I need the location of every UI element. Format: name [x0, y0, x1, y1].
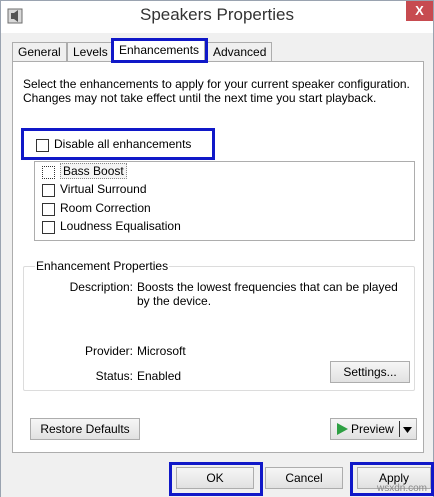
preview-button[interactable]: Preview — [330, 418, 417, 440]
speakers-properties-window: Speakers Properties X General Levels Enh… — [0, 0, 434, 497]
bass-boost-checkbox[interactable] — [42, 166, 55, 180]
bass-boost-label: Bass Boost — [60, 163, 127, 179]
description-value: Boosts the lowest frequencies that can b… — [137, 280, 398, 308]
list-item-room-correction[interactable]: Room Correction — [42, 201, 151, 217]
cancel-button[interactable]: Cancel — [265, 467, 343, 489]
disable-all-label: Disable all enhancements — [54, 137, 192, 151]
room-correction-label: Room Correction — [60, 201, 151, 215]
list-item-loudness-equalisation[interactable]: Loudness Equalisation — [42, 219, 181, 235]
disable-all-checkbox[interactable] — [36, 139, 49, 153]
play-icon — [337, 423, 348, 435]
enhancement-properties-title: Enhancement Properties — [35, 259, 170, 273]
ok-button[interactable]: OK — [176, 467, 254, 489]
settings-button[interactable]: Settings... — [330, 361, 410, 383]
virtual-surround-checkbox[interactable] — [42, 184, 55, 198]
tab-general[interactable]: General — [12, 42, 67, 62]
status-label: Status: — [95, 369, 133, 383]
close-icon: X — [415, 3, 424, 18]
virtual-surround-label: Virtual Surround — [60, 182, 147, 196]
tab-enhancements[interactable]: Enhancements — [113, 40, 206, 63]
tab-levels[interactable]: Levels — [67, 42, 114, 62]
chevron-down-icon[interactable] — [403, 427, 412, 433]
room-correction-checkbox[interactable] — [42, 203, 55, 217]
status-value: Enabled — [137, 369, 182, 383]
watermark: wsxdn.com — [376, 483, 427, 494]
list-item-bass-boost[interactable]: Bass Boost — [42, 163, 127, 180]
provider-value: Microsoft — [137, 344, 186, 358]
restore-defaults-button[interactable]: Restore Defaults — [30, 418, 140, 440]
loudness-equalisation-checkbox[interactable] — [42, 221, 55, 235]
enhancements-description: Select the enhancements to apply for you… — [23, 77, 410, 105]
tab-strip: General Levels Enhancements Advanced — [12, 40, 424, 63]
loudness-equalisation-label: Loudness Equalisation — [60, 219, 181, 233]
window-title: Speakers Properties — [139, 5, 295, 24]
preview-divider — [399, 421, 400, 437]
tab-advanced[interactable]: Advanced — [207, 42, 273, 62]
title-bar: Speakers Properties X — [1, 1, 433, 33]
close-button[interactable]: X — [406, 1, 433, 21]
provider-label: Provider: — [84, 344, 133, 358]
enhancements-panel — [12, 61, 424, 453]
list-item-virtual-surround[interactable]: Virtual Surround — [42, 182, 147, 198]
description-label: Description: — [69, 280, 133, 294]
disable-all-row[interactable]: Disable all enhancements — [36, 137, 191, 153]
preview-label: Preview — [351, 422, 394, 436]
